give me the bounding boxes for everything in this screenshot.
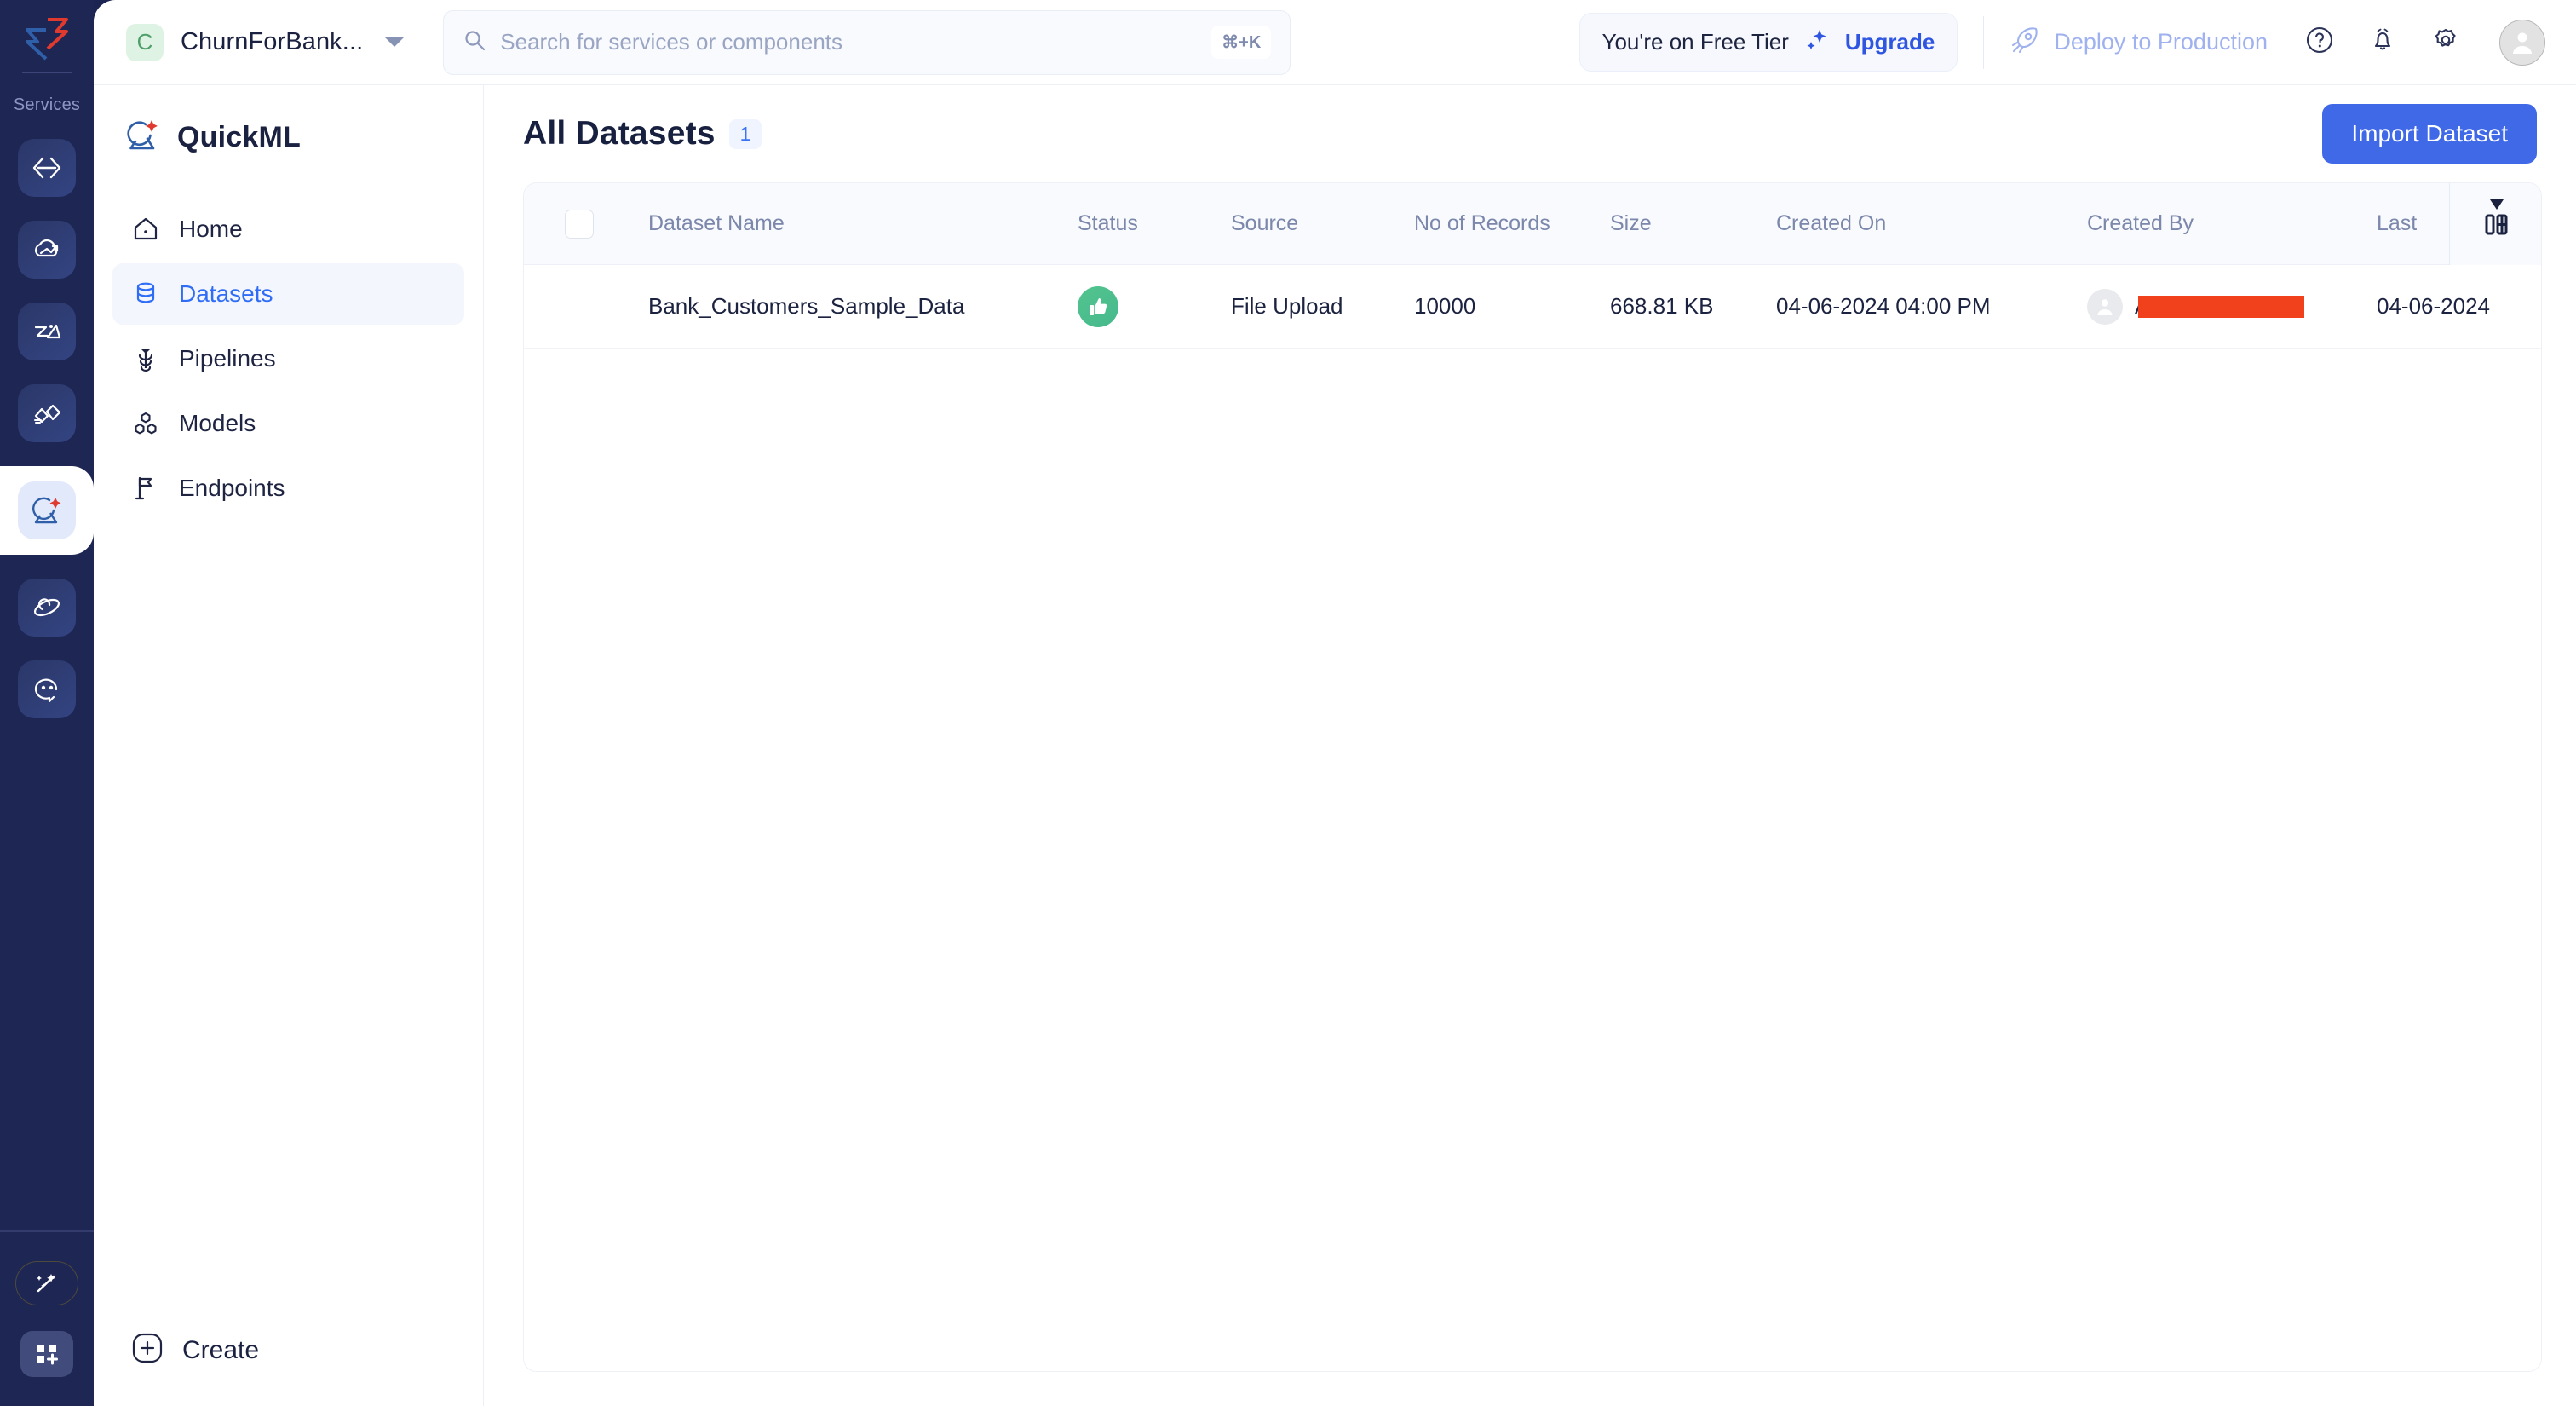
pipeline-funnel-icon [131,344,160,373]
quickml-brand: QuickML [94,104,483,158]
quickml-logo-icon [124,118,162,158]
deploy-label: Deploy to Production [2054,29,2268,55]
project-name: ChurnForBank... [181,28,363,56]
select-all-checkbox[interactable] [565,210,594,239]
sidebar-item-models[interactable]: Models [112,393,464,454]
global-search[interactable]: Search for services or components ⌘+K [443,10,1291,75]
sparkle-icon [1804,27,1830,57]
flag-icon [131,474,160,503]
grid-plus-icon[interactable] [20,1331,73,1377]
column-settings-button[interactable] [2449,183,2541,265]
sidebar-item-datasets-label: Datasets [179,280,273,308]
thumbs-up-icon [1086,295,1110,319]
rail-item-galaxy-service[interactable] [18,579,76,637]
column-header-no-of-records[interactable]: No of Records [1414,211,1610,236]
rail-items [0,139,94,718]
rail-item-cloud-scale-service[interactable] [18,221,76,279]
plus-circle-icon [131,1332,164,1369]
project-initial-badge: C [126,24,164,61]
free-tier-badge: You're on Free Tier Upgrade [1579,13,1958,72]
sidebar-item-endpoints[interactable]: Endpoints [112,458,464,519]
models-nodes-icon [131,409,160,438]
quickml-brand-label: QuickML [177,121,301,154]
mouse-cursor-icon [2487,197,2506,220]
rail-bottom-divider [0,1230,94,1232]
cell-dataset-name[interactable]: Bank_Customers_Sample_Data [635,293,1078,320]
cell-status [1078,286,1231,327]
cell-last-modified: 04-06-2024 [2377,293,2542,320]
help-icon[interactable] [2302,22,2337,62]
search-icon [463,28,486,56]
select-all-cell[interactable] [524,210,635,239]
cell-created-on: 04-06-2024 04:00 PM [1776,293,2087,320]
rocket-icon [2010,25,2040,60]
create-label: Create [182,1336,259,1365]
column-header-created-on[interactable]: Created On [1776,211,2087,236]
table-row[interactable]: Bank_Customers_Sample_Data File Upload 1… [524,265,2541,349]
user-avatar[interactable] [2499,20,2545,66]
rail-item-code-service[interactable] [18,139,76,197]
rail-item-chat-service[interactable] [18,660,76,718]
sidebar-item-datasets[interactable]: Datasets [112,263,464,325]
page-title-group: All Datasets 1 [523,115,762,153]
table-empty-space [524,349,2541,1371]
rail-item-quickml-service[interactable] [0,466,94,555]
rail-bottom [0,1230,94,1406]
database-icon [131,279,160,308]
app-root: Services [0,0,2576,1406]
gear-icon[interactable] [2428,22,2464,62]
sidebar-item-pipelines[interactable]: Pipelines [112,328,464,389]
datasets-content: All Datasets 1 Import Dataset Dataset Na… [484,85,2576,1406]
home-icon [131,215,160,244]
column-header-size[interactable]: Size [1610,211,1776,236]
top-bar: C ChurnForBank... Search for services or… [94,0,2576,85]
column-header-status[interactable]: Status [1078,211,1231,236]
avatar [2087,289,2123,325]
catalyst-logo[interactable] [20,14,74,66]
datasets-table: Dataset Name Status Source No of Records… [523,182,2542,1372]
deploy-to-production-button[interactable]: Deploy to Production [2010,25,2268,60]
content-header: All Datasets 1 Import Dataset [484,85,2576,182]
topbar-icons [2302,20,2545,66]
rail-divider [22,72,72,73]
rail-item-automation-service[interactable] [18,303,76,360]
search-shortcut-badge: ⌘+K [1211,26,1271,59]
service-rail: Services [0,0,94,1406]
main-shell: C ChurnForBank... Search for services or… [94,0,2576,1406]
cell-source: File Upload [1231,293,1414,320]
cell-created-by: Akash Varsh ... [2087,289,2377,325]
sidebar-item-models-label: Models [179,410,256,437]
rail-services-label: Services [14,95,80,115]
dataset-count-badge: 1 [729,119,762,149]
chevron-down-icon[interactable] [385,37,404,47]
magic-wand-icon[interactable] [15,1261,78,1305]
tier-label: You're on Free Tier [1602,29,1789,55]
status-badge [1078,286,1118,327]
project-selector[interactable]: C ChurnForBank... [118,19,412,66]
topbar-divider [1983,16,1984,69]
sidebar-nav-list: Home Datasets [94,199,483,519]
create-button[interactable]: Create [112,1332,464,1369]
upgrade-link[interactable]: Upgrade [1845,29,1935,55]
sidebar-item-home-label: Home [179,216,243,243]
cell-size: 668.81 KB [1610,293,1776,320]
notification-bell-icon[interactable] [2365,22,2401,62]
body-row: QuickML Home [94,85,2576,1406]
rail-item-integration-service[interactable] [18,384,76,442]
page-title: All Datasets [523,115,716,153]
sidebar-item-pipelines-label: Pipelines [179,345,276,372]
import-dataset-button[interactable]: Import Dataset [2322,104,2537,164]
cell-records: 10000 [1414,293,1610,320]
column-header-source[interactable]: Source [1231,211,1414,236]
quickml-satellite-icon [18,481,76,539]
quickml-sidebar: QuickML Home [94,85,484,1406]
sidebar-item-home[interactable]: Home [112,199,464,260]
column-header-created-by[interactable]: Created By [2087,211,2377,236]
redaction-bar [2138,296,2304,318]
table-header-row: Dataset Name Status Source No of Records… [524,183,2541,265]
column-header-dataset-name[interactable]: Dataset Name [635,211,1078,236]
sidebar-bottom: Create [94,1332,483,1406]
search-input[interactable]: Search for services or components [500,29,1198,55]
sidebar-item-endpoints-label: Endpoints [179,475,285,502]
